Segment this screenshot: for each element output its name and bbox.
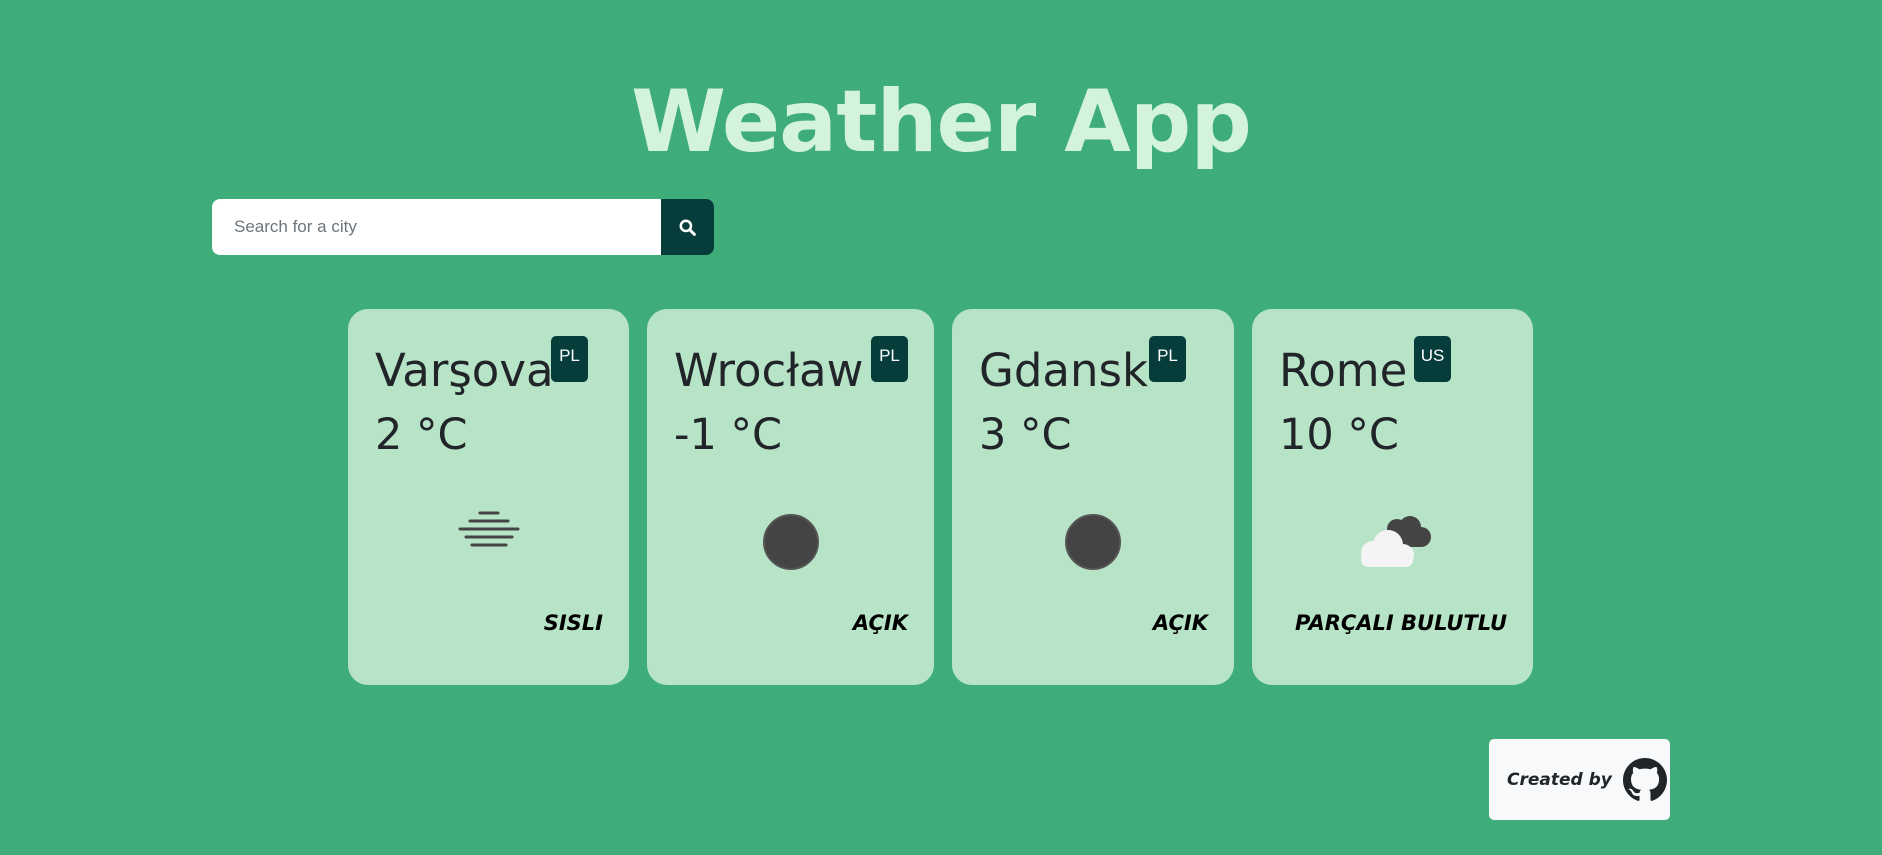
clear-icon <box>762 514 819 570</box>
weather-description: AÇIK <box>852 611 908 635</box>
temperature: 10 °C <box>1279 410 1399 460</box>
country-badge: PL <box>551 336 588 382</box>
temperature: 2 °C <box>375 410 468 460</box>
weather-description: PARÇALI BULUTLU <box>1294 611 1507 635</box>
created-by-badge[interactable]: Created by <box>1489 739 1670 820</box>
country-badge: PL <box>1149 336 1186 382</box>
city-card-varsova[interactable]: Varşova PL 2 °C SISLI <box>348 309 629 685</box>
search-button[interactable] <box>661 199 714 255</box>
city-name: Gdansk <box>979 344 1149 397</box>
city-card-gdansk[interactable]: Gdansk PL 3 °C AÇIK <box>952 309 1234 685</box>
temperature: -1 °C <box>674 410 783 460</box>
country-badge: US <box>1414 336 1451 382</box>
clear-icon <box>1065 514 1121 570</box>
city-card-rome[interactable]: Rome US 10 °C PARÇALI BULUTLU <box>1252 309 1533 685</box>
weather-description: SISLI <box>543 611 603 635</box>
search-input[interactable] <box>212 199 661 255</box>
partly-cloudy-icon <box>1360 516 1431 567</box>
city-name: Rome <box>1279 344 1408 397</box>
country-badge: PL <box>871 336 908 382</box>
page-title: Weather App <box>631 72 1252 172</box>
search-bar <box>212 199 714 255</box>
city-name: Wrocław <box>674 344 864 397</box>
search-icon <box>679 219 696 236</box>
github-icon[interactable] <box>1622 757 1667 802</box>
temperature: 3 °C <box>979 410 1072 460</box>
city-card-wroclaw[interactable]: Wrocław PL -1 °C AÇIK <box>647 309 934 685</box>
city-name: Varşova <box>375 344 554 397</box>
weather-description: AÇIK <box>1152 611 1208 635</box>
created-by-label: Created by <box>1507 769 1612 790</box>
fog-icon <box>458 511 519 547</box>
